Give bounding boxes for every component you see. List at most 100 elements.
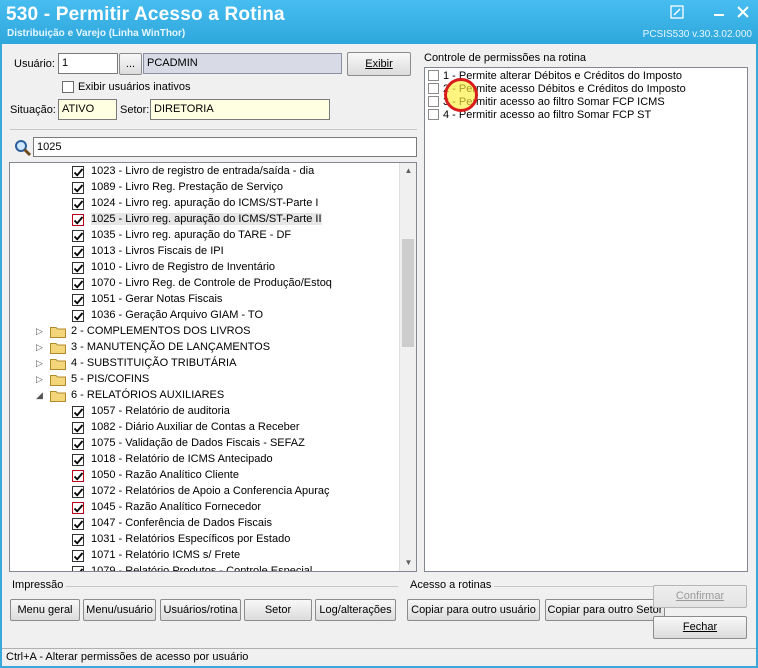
tree-item-row[interactable]: 1057 - Relatório de auditoria	[10, 404, 400, 420]
tree-item-checkbox[interactable]	[72, 454, 84, 466]
permission-checkbox[interactable]	[428, 109, 439, 120]
exibir-button-label: Exibir	[365, 58, 393, 70]
tree-item-checkbox[interactable]	[72, 166, 84, 178]
tree-item-checkbox[interactable]	[72, 262, 84, 274]
expanded-arrow-icon[interactable]: ◢	[36, 389, 46, 401]
version-label: PCSIS530 v.30.3.02.000	[642, 29, 752, 40]
permissions-list: 1 - Permite alterar Débitos e Créditos d…	[424, 67, 748, 572]
tree-item-label: 1010 - Livro de Registro de Inventário	[91, 261, 276, 273]
tree-folder-row[interactable]: ▷ 5 - PIS/COFINS	[10, 372, 400, 388]
tree-folder-label: 4 - SUBSTITUIÇÃO TRIBUTÁRIA	[71, 357, 237, 369]
tree-item-checkbox[interactable]	[72, 182, 84, 194]
minimize-icon[interactable]	[712, 5, 726, 19]
tree-item-checkbox[interactable]	[72, 470, 84, 482]
tree-item-row[interactable]: 1045 - Razão Analítico Fornecedor	[10, 500, 400, 516]
acesso-divider	[494, 586, 654, 587]
collapsed-arrow-icon[interactable]: ▷	[36, 341, 46, 353]
tree-item-label: 1071 - Relatório ICMS s/ Frete	[91, 549, 241, 561]
tree-item-checkbox[interactable]	[72, 534, 84, 546]
tree-item-row[interactable]: 1051 - Gerar Notas Fiscais	[10, 292, 400, 308]
tree-item-row[interactable]: 1031 - Relatórios Específicos por Estado	[10, 532, 400, 548]
usuario-code-input[interactable]: 1	[58, 53, 118, 74]
tree-item-row[interactable]: 1024 - Livro reg. apuração do ICMS/ST-Pa…	[10, 196, 400, 212]
tree-item-label: 1023 - Livro de registro de entrada/saíd…	[91, 165, 315, 177]
tree-item-row[interactable]: 1018 - Relatório de ICMS Antecipado	[10, 452, 400, 468]
click-highlight	[444, 78, 478, 112]
tree-item-label: 1082 - Diário Auxiliar de Contas a Receb…	[91, 421, 300, 433]
tree-item-checkbox[interactable]	[72, 422, 84, 434]
search-user-button[interactable]: ...	[119, 53, 142, 75]
status-bar: Ctrl+A - Alterar permissões de acesso po…	[2, 648, 756, 666]
tree-item-row[interactable]: 1036 - Geração Arquivo GIAM - TO	[10, 308, 400, 324]
tree-item-row[interactable]: 1072 - Relatórios de Apoio a Conferencia…	[10, 484, 400, 500]
tree-item-checkbox[interactable]	[72, 406, 84, 418]
tree-folder-row[interactable]: ▷ 4 - SUBSTITUIÇÃO TRIBUTÁRIA	[10, 356, 400, 372]
usuario-label: Usuário:	[14, 58, 55, 70]
tree-item-row[interactable]: 1070 - Livro Reg. de Controle de Produçã…	[10, 276, 400, 292]
usuarios-rotina-button[interactable]: Usuários/rotina	[160, 599, 241, 621]
tree-item-row[interactable]: 1071 - Relatório ICMS s/ Frete	[10, 548, 400, 564]
scroll-up-icon[interactable]: ▲	[400, 163, 416, 179]
tree-item-checkbox[interactable]	[72, 486, 84, 498]
tree-item-label: 1089 - Livro Reg. Prestação de Serviço	[91, 181, 283, 193]
scroll-thumb[interactable]	[402, 239, 414, 347]
tree-item-checkbox[interactable]	[72, 198, 84, 210]
tree-item-row[interactable]: 1023 - Livro de registro de entrada/saíd…	[10, 164, 400, 180]
permission-label: 2 - Permite acesso Débitos e Créditos do…	[443, 83, 686, 95]
collapsed-arrow-icon[interactable]: ▷	[36, 325, 46, 337]
tree-item-row[interactable]: 1079 - Relatório Produtos - Controle Esp…	[10, 564, 400, 571]
tree-item-row[interactable]: 1082 - Diário Auxiliar de Contas a Receb…	[10, 420, 400, 436]
tree-item-checkbox[interactable]	[72, 214, 84, 226]
tree-item-checkbox[interactable]	[72, 518, 84, 530]
search-input[interactable]: 1025	[33, 137, 417, 157]
collapsed-arrow-icon[interactable]: ▷	[36, 373, 46, 385]
tree-item-row[interactable]: 1075 - Validação de Dados Fiscais - SEFA…	[10, 436, 400, 452]
tree-folder-row[interactable]: ▷ 3 - MANUTENÇÃO DE LANÇAMENTOS	[10, 340, 400, 356]
setor-button[interactable]: Setor	[244, 599, 312, 621]
permission-checkbox[interactable]	[428, 96, 439, 107]
tree-item-checkbox[interactable]	[72, 502, 84, 514]
log-alteracoes-button[interactable]: Log/alterações	[315, 599, 396, 621]
close-icon[interactable]	[736, 5, 750, 19]
permission-checkbox[interactable]	[428, 70, 439, 81]
tree-item-row[interactable]: 1089 - Livro Reg. Prestação de Serviço	[10, 180, 400, 196]
tree-folder-row[interactable]: ▷ 2 - COMPLEMENTOS DOS LIVROS	[10, 324, 400, 340]
routine-tree[interactable]: 1023 - Livro de registro de entrada/saíd…	[9, 162, 417, 572]
tree-item-row[interactable]: 1047 - Conferência de Dados Fiscais	[10, 516, 400, 532]
tree-item-checkbox[interactable]	[72, 550, 84, 562]
fechar-button[interactable]: Fechar	[653, 616, 747, 639]
tree-item-row[interactable]: 1035 - Livro reg. apuração do TARE - DF	[10, 228, 400, 244]
tree-item-checkbox[interactable]	[72, 246, 84, 258]
copy-setor-button[interactable]: Copiar para outro Setor	[545, 599, 665, 621]
tree-item-checkbox[interactable]	[72, 310, 84, 322]
tree-scrollbar[interactable]: ▲ ▼	[399, 163, 416, 571]
tree-folder-label: 2 - COMPLEMENTOS DOS LIVROS	[71, 325, 251, 337]
folder-icon	[50, 342, 66, 354]
edit-window-icon[interactable]	[670, 5, 684, 19]
collapsed-arrow-icon[interactable]: ▷	[36, 357, 46, 369]
tree-item-row[interactable]: 1025 - Livro reg. apuração do ICMS/ST-Pa…	[10, 212, 400, 228]
permission-checkbox[interactable]	[428, 83, 439, 94]
tree-item-checkbox[interactable]	[72, 438, 84, 450]
scroll-down-icon[interactable]: ▼	[400, 555, 416, 571]
tree-item-checkbox[interactable]	[72, 278, 84, 290]
tree-folder-row[interactable]: ◢ 6 - RELATÓRIOS AUXILIARES	[10, 388, 400, 404]
divider	[10, 129, 417, 130]
tree-item-row[interactable]: 1010 - Livro de Registro de Inventário	[10, 260, 400, 276]
menu-geral-button[interactable]: Menu geral	[10, 599, 80, 621]
tree-item-checkbox[interactable]	[72, 294, 84, 306]
impressao-title: Impressão	[12, 579, 64, 591]
confirmar-button[interactable]: Confirmar	[653, 585, 747, 608]
tree-item-row[interactable]: 1050 - Razão Analítico Cliente	[10, 468, 400, 484]
permission-label: 4 - Permitir acesso ao filtro Somar FCP …	[443, 109, 652, 121]
tree-item-checkbox[interactable]	[72, 566, 84, 571]
tree-item-row[interactable]: 1013 - Livros Fiscais de IPI	[10, 244, 400, 260]
tree-item-label: 1045 - Razão Analítico Fornecedor	[91, 501, 261, 513]
tree-item-label: 1051 - Gerar Notas Fiscais	[91, 293, 223, 305]
folder-icon	[50, 390, 66, 402]
menu-usuario-button[interactable]: Menu/usuário	[83, 599, 156, 621]
exibir-inativos-checkbox[interactable]	[62, 81, 74, 93]
exibir-button[interactable]: Exibir	[347, 52, 411, 76]
tree-item-checkbox[interactable]	[72, 230, 84, 242]
copy-user-button[interactable]: Copiar para outro usuário	[407, 599, 540, 621]
